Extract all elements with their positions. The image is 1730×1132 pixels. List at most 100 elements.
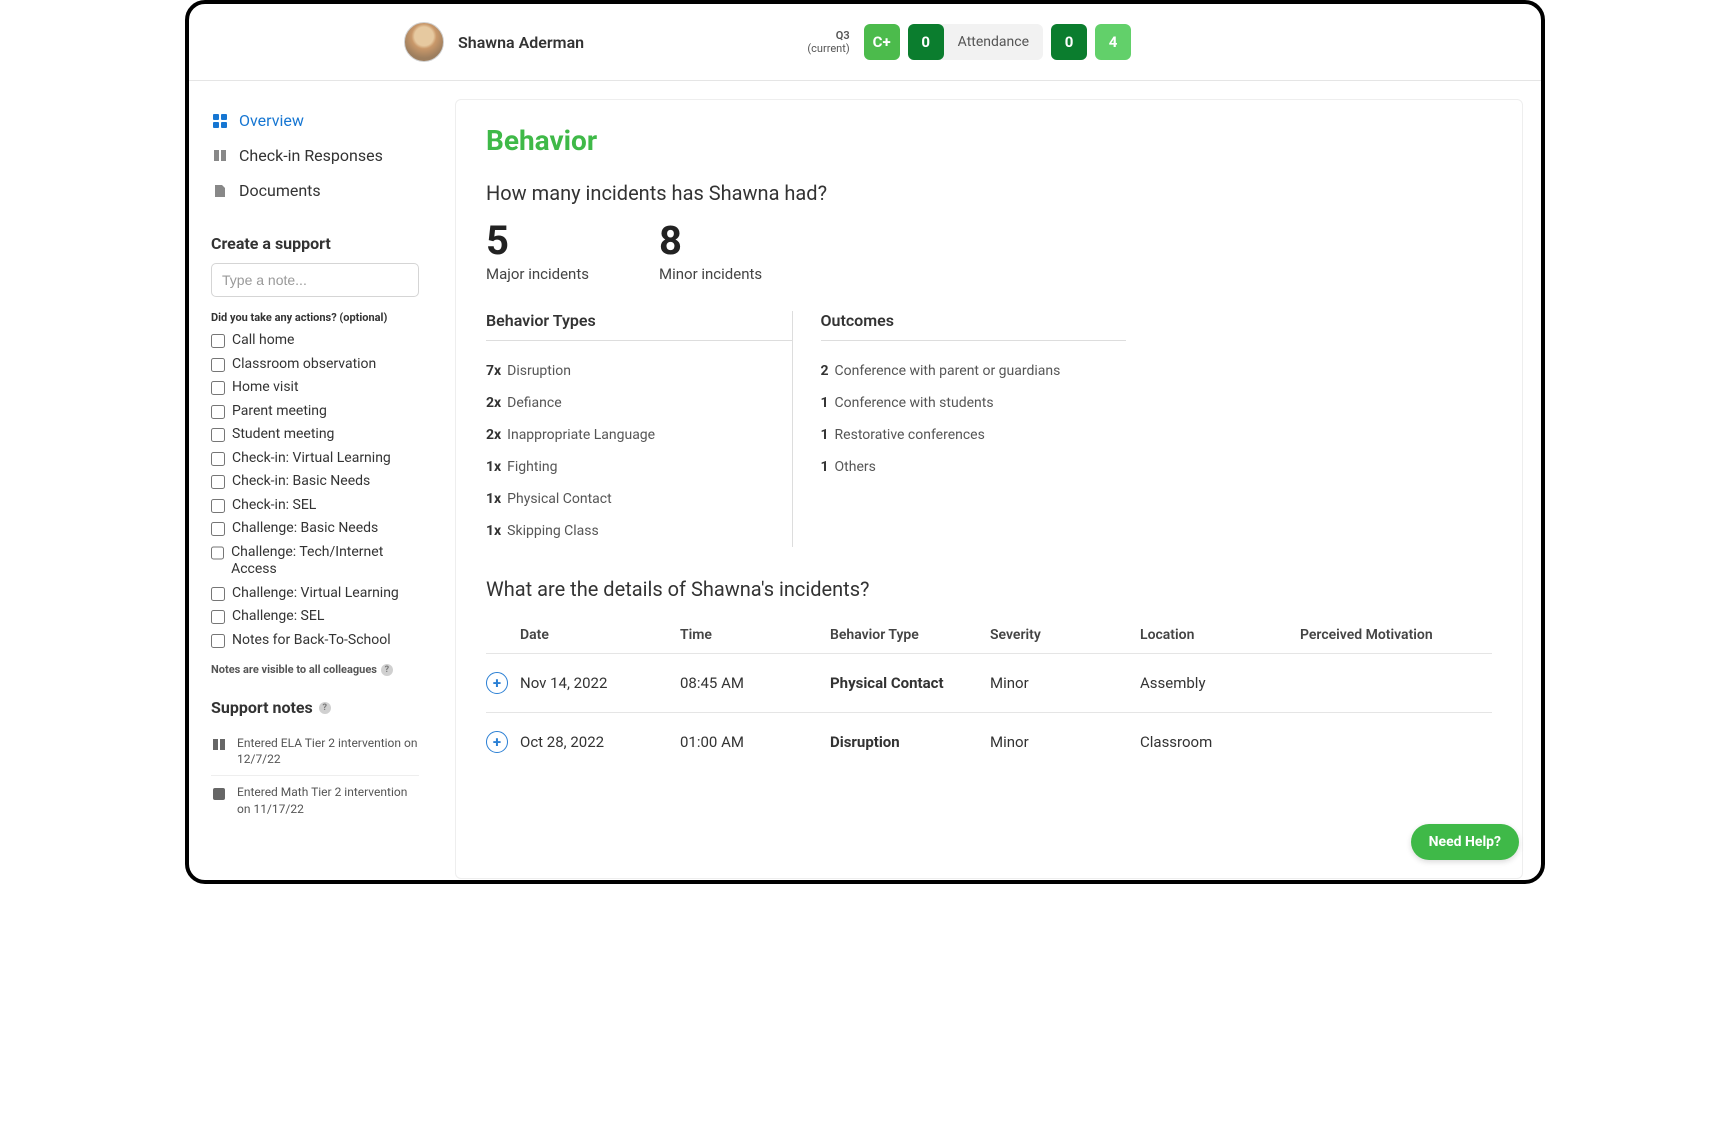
- col-date: Date: [520, 627, 680, 643]
- behavior-type-label: Skipping Class: [507, 523, 599, 539]
- quarter-indicator: Q3 (current): [807, 29, 849, 55]
- header: Shawna Aderman Q3 (current) C+ 0 Attenda…: [189, 4, 1541, 81]
- action-checkbox-row[interactable]: Classroom observation: [211, 356, 419, 374]
- note-input[interactable]: [211, 263, 419, 297]
- behavior-type-label: Physical Contact: [507, 491, 612, 507]
- table-row: +Nov 14, 202208:45 AMPhysical ContactMin…: [486, 653, 1492, 712]
- action-checkbox-row[interactable]: Check-in: Basic Needs: [211, 473, 419, 491]
- action-label: Home visit: [232, 379, 299, 397]
- outcome-count: 1: [821, 459, 829, 475]
- behavior-type-label: Defiance: [507, 395, 561, 411]
- action-checkbox[interactable]: [211, 587, 225, 601]
- action-checkbox-row[interactable]: Challenge: Basic Needs: [211, 520, 419, 538]
- outcomes-column: Outcomes 2 Conference with parent or guar…: [792, 311, 1127, 547]
- action-checkbox-row[interactable]: Notes for Back-To-School: [211, 632, 419, 650]
- action-label: Challenge: Tech/Internet Access: [231, 544, 419, 579]
- behavior-type-row: 1x Fighting: [486, 451, 792, 483]
- nav-checkin[interactable]: Check-in Responses: [211, 138, 419, 173]
- action-checkbox[interactable]: [211, 610, 225, 624]
- help-icon[interactable]: ?: [381, 664, 393, 676]
- action-checkbox-row[interactable]: Home visit: [211, 379, 419, 397]
- action-checkbox[interactable]: [211, 358, 225, 372]
- action-checkbox-row[interactable]: Parent meeting: [211, 403, 419, 421]
- major-incidents-stat: 5 Major incidents: [486, 221, 589, 283]
- nav-documents-label: Documents: [239, 181, 321, 200]
- actions-prompt: Did you take any actions? (optional): [211, 311, 419, 324]
- major-label: Major incidents: [486, 265, 589, 283]
- page-title: Behavior: [486, 124, 1492, 157]
- col-type: Behavior Type: [830, 627, 990, 643]
- action-checkbox[interactable]: [211, 546, 224, 560]
- expand-button[interactable]: +: [486, 731, 508, 753]
- support-note-text: Entered ELA Tier 2 intervention on 12/7/…: [237, 735, 419, 767]
- attendance-label: Attendance: [944, 34, 1043, 50]
- action-checkbox-row[interactable]: Challenge: Virtual Learning: [211, 585, 419, 603]
- action-checkbox[interactable]: [211, 452, 225, 466]
- nav-documents[interactable]: Documents: [211, 173, 419, 208]
- action-label: Notes for Back-To-School: [232, 632, 391, 650]
- attendance-left-tile[interactable]: 0: [908, 24, 944, 60]
- outcome-count: 2: [821, 363, 829, 379]
- outcome-label: Restorative conferences: [835, 427, 985, 443]
- need-help-button[interactable]: Need Help?: [1411, 824, 1519, 860]
- student-name: Shawna Aderman: [458, 33, 584, 52]
- calculator-icon: [211, 786, 227, 804]
- action-checkbox-row[interactable]: Challenge: SEL: [211, 608, 419, 626]
- action-checkbox-row[interactable]: Check-in: SEL: [211, 497, 419, 515]
- action-checkbox-row[interactable]: Check-in: Virtual Learning: [211, 450, 419, 468]
- action-checkbox-row[interactable]: Student meeting: [211, 426, 419, 444]
- action-label: Challenge: Basic Needs: [232, 520, 378, 538]
- avatar[interactable]: [404, 22, 444, 62]
- action-checkbox[interactable]: [211, 499, 225, 513]
- sidebar: Overview Check-in Responses Documents Cr…: [189, 81, 437, 879]
- cell-location: Classroom: [1140, 733, 1300, 751]
- action-checkbox-row[interactable]: Challenge: Tech/Internet Access: [211, 544, 419, 579]
- support-notes-heading-text: Support notes: [211, 698, 313, 717]
- behavior-type-row: 2x Defiance: [486, 387, 792, 419]
- outcome-row: 1Others: [821, 451, 1127, 483]
- behavior-type-label: Disruption: [507, 363, 571, 379]
- behavior-types-column: Behavior Types 7xDisruption2xDefiance2xI…: [486, 311, 792, 547]
- action-checkbox[interactable]: [211, 634, 225, 648]
- incidents-question: How many incidents has Shawna had?: [486, 181, 1492, 205]
- main-panel: Behavior How many incidents has Shawna h…: [455, 99, 1523, 879]
- outcome-label: Conference with parent or guardians: [835, 363, 1061, 379]
- behavior-type-count: 2x: [486, 427, 501, 443]
- action-label: Call home: [232, 332, 294, 350]
- minor-count: 8: [659, 221, 762, 261]
- expand-button[interactable]: +: [486, 672, 508, 694]
- header-stats: Q3 (current) C+ 0 Attendance 0 4: [807, 24, 1131, 60]
- book-icon: [211, 737, 227, 755]
- action-label: Parent meeting: [232, 403, 327, 421]
- action-checkbox[interactable]: [211, 381, 225, 395]
- stat-tile-a[interactable]: 0: [1051, 24, 1087, 60]
- col-severity: Severity: [990, 627, 1140, 643]
- action-checkbox[interactable]: [211, 334, 225, 348]
- behavior-type-label: Fighting: [507, 459, 557, 475]
- col-location: Location: [1140, 627, 1300, 643]
- outcome-row: 2 Conference with parent or guardians: [821, 355, 1127, 387]
- incident-stats: 5 Major incidents 8 Minor incidents: [486, 221, 1492, 283]
- action-checkbox[interactable]: [211, 405, 225, 419]
- action-checkbox-row[interactable]: Call home: [211, 332, 419, 350]
- outcomes-heading: Outcomes: [821, 311, 1127, 341]
- outcome-count: 1: [821, 427, 829, 443]
- action-checkbox[interactable]: [211, 475, 225, 489]
- action-checkbox[interactable]: [211, 522, 225, 536]
- nav-overview[interactable]: Overview: [211, 103, 419, 138]
- support-note-entry[interactable]: Entered Math Tier 2 intervention on 11/1…: [211, 775, 419, 824]
- action-label: Check-in: Basic Needs: [232, 473, 370, 491]
- support-notes-list: Entered ELA Tier 2 intervention on 12/7/…: [211, 727, 419, 825]
- stat-tile-b[interactable]: 4: [1095, 24, 1131, 60]
- action-label: Student meeting: [232, 426, 334, 444]
- action-label: Check-in: SEL: [232, 497, 316, 515]
- behavior-type-count: 1x: [486, 459, 501, 475]
- help-icon[interactable]: ?: [319, 702, 331, 714]
- behavior-type-count: 2x: [486, 395, 501, 411]
- outcome-row: 1 Restorative conferences: [821, 419, 1127, 451]
- action-checkbox[interactable]: [211, 428, 225, 442]
- behavior-type-row: 1xSkipping Class: [486, 515, 792, 547]
- grade-tile[interactable]: C+: [864, 24, 900, 60]
- support-note-text: Entered Math Tier 2 intervention on 11/1…: [237, 784, 419, 816]
- support-note-entry[interactable]: Entered ELA Tier 2 intervention on 12/7/…: [211, 727, 419, 775]
